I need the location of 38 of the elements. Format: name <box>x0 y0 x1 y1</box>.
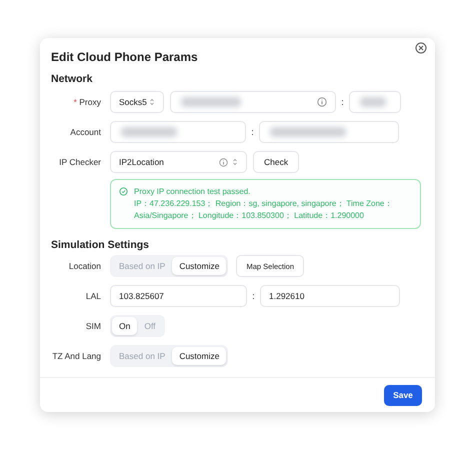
required-mark: * <box>74 97 77 107</box>
segment-option[interactable]: Customize <box>172 347 226 365</box>
latitude-field[interactable]: 1.292610 <box>260 285 400 307</box>
updown-icon <box>149 97 155 107</box>
field-label: LAL <box>84 291 101 301</box>
field-label: Location <box>68 261 101 271</box>
separator: : <box>340 97 345 107</box>
field-label: TZ And Lang <box>51 351 101 361</box>
password-field[interactable] <box>259 121 399 143</box>
proxy-type-select[interactable]: Socks5 <box>110 91 164 113</box>
blurred-text <box>121 127 177 137</box>
check-circle-icon <box>119 187 128 196</box>
segment-option[interactable]: On <box>112 317 138 335</box>
info-icon <box>219 158 228 166</box>
blurred-text <box>181 97 241 107</box>
field-label: * Proxy <box>72 97 101 107</box>
blurred-text <box>360 97 386 107</box>
section-title: Simulation Settings <box>51 239 150 251</box>
alert-title: Proxy IP connection test passed. <box>134 186 252 198</box>
save-button[interactable]: Save <box>384 384 422 406</box>
separator: : <box>250 127 255 137</box>
username-field[interactable] <box>110 121 246 143</box>
segment-option[interactable]: Customize <box>172 257 226 275</box>
proxy-port-field[interactable] <box>349 91 401 113</box>
field-label: Account <box>69 127 101 137</box>
check-button[interactable]: Check <box>253 151 300 173</box>
alert-details: IP：47.236.229.153； Region：sg, singapore, singapore； Time Zone：Asia/Singapore； Longitude：103.850300； Latitude：1.290000 <box>134 198 394 222</box>
updown-icon <box>232 157 238 167</box>
longitude-field[interactable]: 103.825607 <box>110 285 247 307</box>
ip-checker-select[interactable]: IP2Location <box>110 151 247 173</box>
close-icon[interactable] <box>415 42 427 54</box>
separator: : <box>251 291 256 301</box>
field-label: IP Checker <box>58 157 101 167</box>
dialog-title: Edit Cloud Phone Params <box>51 50 199 64</box>
field-label: SIM <box>84 321 101 331</box>
section-title: Network <box>51 73 94 85</box>
info-icon <box>317 97 327 107</box>
proxy-host-field[interactable] <box>170 91 336 113</box>
